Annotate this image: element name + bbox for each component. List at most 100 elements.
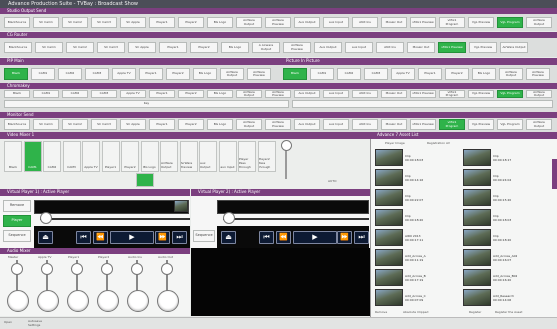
- eject-button[interactable]: ⏏: [221, 231, 236, 244]
- asset-thumbnail[interactable]: [375, 249, 403, 266]
- audio-pan-knob[interactable]: [37, 290, 59, 312]
- pip-btn[interactable]: CAM1: [310, 68, 334, 80]
- monitor-btn[interactable]: VgL Preview: [468, 119, 494, 130]
- monitor-btn[interactable]: BlackSource: [4, 119, 30, 130]
- pip-main-btn[interactable]: Black: [4, 68, 28, 80]
- chromakey-bar-2[interactable]: [292, 100, 553, 108]
- asset-thumbnail[interactable]: [375, 189, 403, 206]
- eject-button[interactable]: ⏏: [38, 231, 53, 244]
- studio-output-btn[interactable]: SC Apple: [120, 17, 146, 28]
- mixer-source-btn[interactable]: Player Pass through: [238, 141, 256, 172]
- cg-router-btn[interactable]: A Airware Output: [252, 42, 280, 53]
- monitor-btn[interactable]: SC Cam3: [91, 119, 117, 130]
- cg-router-btn[interactable]: SC Cam1: [35, 42, 63, 53]
- vp1-side-btn[interactable]: Sequence: [3, 230, 31, 242]
- vp1-side-btn[interactable]: Player: [3, 215, 31, 227]
- tbar-handle[interactable]: [281, 140, 292, 151]
- monitor-btn[interactable]: Player1: [149, 119, 175, 130]
- asset-thumbnail[interactable]: [463, 149, 491, 166]
- mixer-source-btn[interactable]: Player2 Pass through: [257, 141, 276, 172]
- mixer-source-btn[interactable]: Player2: [121, 141, 139, 172]
- studio-output-btn[interactable]: VgL Program: [497, 17, 523, 28]
- vp1-side-btn[interactable]: Remove: [3, 200, 31, 212]
- chromakey-btn[interactable]: CAM3: [91, 90, 117, 98]
- monitor-btn[interactable]: ANX Ins: [352, 119, 378, 130]
- monitor-btn[interactable]: Aux Output: [294, 119, 320, 130]
- asset-thumbnail[interactable]: [463, 289, 491, 306]
- transport-forward-button[interactable]: ⏩: [155, 231, 170, 244]
- cg-router-btn[interactable]: BlackSource: [4, 42, 32, 53]
- mixer-source-btn[interactable]: Black: [4, 141, 22, 172]
- chromakey-btn[interactable]: vMix1 Preview: [410, 90, 436, 98]
- mixer-source-btn[interactable]: AirWare Preview: [179, 141, 198, 172]
- pip-main-btn[interactable]: Apple TV: [112, 68, 136, 80]
- assets-tab-2[interactable]: Registration AV: [427, 141, 450, 145]
- chromakey-btn[interactable]: Aux Output: [294, 90, 320, 98]
- transport-start-button[interactable]: ⏮: [259, 231, 274, 244]
- mixer-source-btn[interactable]: Apple TV: [82, 141, 100, 172]
- pip-main-btn[interactable]: CAM3: [85, 68, 109, 80]
- monitor-btn[interactable]: Player2: [178, 119, 204, 130]
- studio-output-btn[interactable]: AirWare Output: [236, 17, 262, 28]
- cg-router-btn[interactable]: SC Cam2: [66, 42, 94, 53]
- chromakey-btn[interactable]: AirWare Output: [526, 90, 552, 98]
- assets-scroll-tab[interactable]: [552, 159, 557, 189]
- studio-output-btn[interactable]: Player1: [149, 17, 175, 28]
- mixer-source-btn[interactable]: CAM1: [23, 141, 42, 172]
- assets-footer-register[interactable]: Register: [469, 310, 481, 314]
- monitor-btn[interactable]: Mosaic Out: [381, 119, 407, 130]
- asset-thumbnail[interactable]: [463, 269, 491, 286]
- assets-footer-clipped[interactable]: Absolute Clipped: [403, 310, 428, 314]
- asset-thumbnail[interactable]: [375, 169, 403, 186]
- cg-router-btn[interactable]: VgL Preview: [469, 42, 497, 53]
- audio-fader-handle[interactable]: [71, 263, 83, 275]
- pip-btn[interactable]: AirWare Output: [499, 68, 523, 80]
- transport-end-button[interactable]: ⏭: [172, 231, 187, 244]
- pip-btn[interactable]: Apple TV: [391, 68, 415, 80]
- pip-main-btn[interactable]: CAM1: [31, 68, 55, 80]
- transport-rewind-button[interactable]: ⏪: [276, 231, 291, 244]
- asset-thumbnail[interactable]: [463, 249, 491, 266]
- pip-main-btn[interactable]: Player1: [139, 68, 163, 80]
- studio-output-btn[interactable]: Aux Output: [294, 17, 320, 28]
- transport-play-button[interactable]: ▶: [293, 231, 337, 244]
- chromakey-btn[interactable]: CAM1: [33, 90, 59, 98]
- studio-output-btn[interactable]: aux Input: [323, 17, 349, 28]
- chromakey-btn[interactable]: Apple TV: [120, 90, 146, 98]
- audio-fader-handle[interactable]: [11, 263, 23, 275]
- monitor-btn[interactable]: vMix1 Program: [439, 119, 465, 130]
- asset-thumbnail[interactable]: [375, 289, 403, 306]
- monitor-btn[interactable]: BG Logo: [207, 119, 233, 130]
- chromakey-btn[interactable]: Mosaic Out: [381, 90, 407, 98]
- studio-output-btn[interactable]: SC Cam1: [33, 17, 59, 28]
- assets-tab-1[interactable]: Player Image: [385, 141, 405, 145]
- pip-main-btn[interactable]: AirWare Output: [220, 68, 244, 80]
- chromakey-btn[interactable]: Player2: [178, 90, 204, 98]
- mixer-source-btn[interactable]: aux Output: [199, 141, 217, 172]
- pip-btn[interactable]: AirWare Preview: [526, 68, 550, 80]
- transport-start-button[interactable]: ⏮: [76, 231, 91, 244]
- monitor-btn[interactable]: VgL Program: [497, 119, 523, 130]
- pip-btn[interactable]: Player2: [445, 68, 469, 80]
- chromakey-btn[interactable]: aux Input: [323, 90, 349, 98]
- cg-router-btn[interactable]: aux Input: [345, 42, 373, 53]
- audio-pan-knob[interactable]: [67, 290, 89, 312]
- mixer-source-btn[interactable]: Player1: [101, 141, 120, 172]
- cg-router-btn[interactable]: AirWare Preview: [283, 42, 311, 53]
- cg-router-btn[interactable]: ANX Ins: [376, 42, 404, 53]
- chromakey-btn[interactable]: BG Logo: [207, 90, 233, 98]
- asset-thumbnail[interactable]: [463, 189, 491, 206]
- monitor-btn[interactable]: AirWare Preview: [265, 119, 291, 130]
- audio-pan-knob[interactable]: [7, 290, 29, 312]
- chromakey-btn[interactable]: AirWare Output: [236, 90, 262, 98]
- transport-forward-button[interactable]: ⏩: [337, 231, 352, 244]
- cg-router-btn[interactable]: SC Cam3: [97, 42, 125, 53]
- transport-play-button[interactable]: ▶: [110, 231, 154, 244]
- asset-thumbnail[interactable]: [463, 209, 491, 226]
- pip-btn[interactable]: Black: [283, 68, 307, 80]
- chromakey-btn[interactable]: CAM2: [62, 90, 88, 98]
- studio-output-btn[interactable]: Mosaic Out: [381, 17, 407, 28]
- mixer-source-btn[interactable]: BG Logo: [140, 141, 159, 172]
- asset-thumbnail[interactable]: [463, 169, 491, 186]
- mixer-source-btn[interactable]: aux Input: [218, 141, 237, 172]
